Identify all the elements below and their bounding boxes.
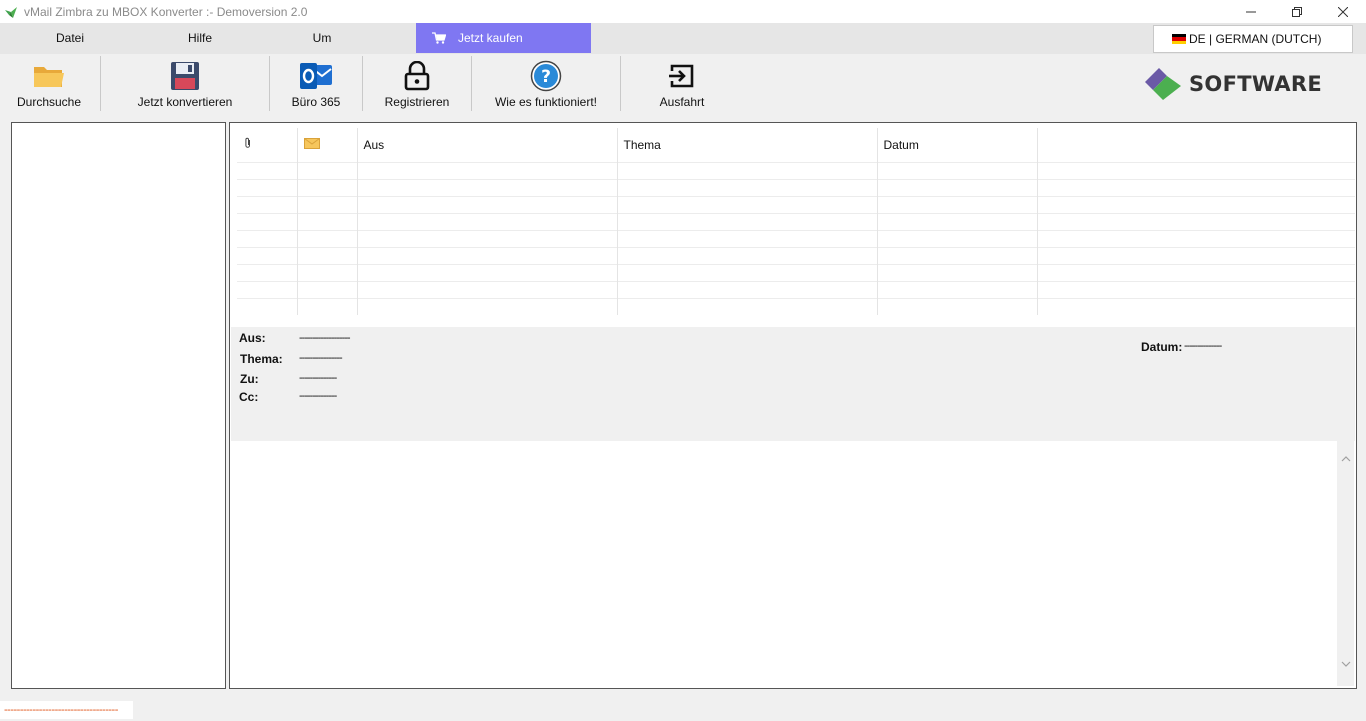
language-label: DE | GERMAN (DUTCH) — [1189, 32, 1321, 46]
chevron-down-icon — [1341, 661, 1351, 667]
outlook-icon — [299, 60, 333, 92]
table-row[interactable] — [237, 179, 1355, 196]
mail-body-scrollbar[interactable] — [1337, 441, 1354, 686]
restore-button[interactable] — [1274, 0, 1320, 23]
table-row[interactable] — [237, 196, 1355, 213]
buy-now-tab[interactable]: Jetzt kaufen — [416, 23, 591, 53]
language-selector[interactable]: DE | GERMAN (DUTCH) — [1153, 25, 1353, 53]
register-button[interactable]: Registrieren — [378, 54, 456, 113]
spare-column-header — [1037, 128, 1355, 162]
subject-label: Thema: — [240, 352, 283, 366]
how-it-works-label: Wie es funktioniert! — [495, 95, 597, 109]
table-row[interactable] — [237, 281, 1355, 298]
to-label: Zu: — [240, 372, 259, 386]
window-title: vMail Zimbra zu MBOX Konverter :- Demove… — [24, 5, 307, 19]
from-value: ------------------- — [299, 332, 350, 344]
table-row[interactable] — [237, 213, 1355, 230]
buy-now-label: Jetzt kaufen — [458, 31, 523, 45]
convert-now-label: Jetzt konvertieren — [138, 95, 233, 109]
toolbar-separator — [100, 56, 101, 111]
read-status-column-header[interactable] — [297, 128, 357, 162]
cc-value: -------------- — [299, 390, 336, 402]
brand-text: SOFTWARE — [1189, 72, 1322, 96]
office365-button[interactable]: Büro 365 — [280, 54, 352, 113]
restore-icon — [1292, 7, 1302, 17]
menu-bar: Datei Hilfe Um Jetzt kaufen DE | GERMAN … — [0, 23, 1366, 54]
lock-icon — [403, 61, 431, 91]
from-label: Aus: — [239, 331, 266, 345]
chevron-up-icon — [1341, 456, 1351, 462]
attachment-column-header[interactable] — [237, 128, 297, 162]
mail-pane: Aus Thema Datum Aus: ----------------- — [229, 122, 1357, 689]
help-icon: ? — [530, 60, 562, 92]
folder-icon — [33, 63, 65, 89]
mail-list[interactable]: Aus Thema Datum — [237, 128, 1355, 326]
close-icon — [1338, 7, 1348, 17]
browse-button[interactable]: Durchsuche — [10, 54, 88, 113]
toolbar-separator — [620, 56, 621, 111]
register-label: Registrieren — [385, 95, 450, 109]
table-row[interactable] — [237, 247, 1355, 264]
scroll-up-button[interactable] — [1337, 451, 1354, 467]
german-flag-icon — [1172, 34, 1186, 44]
status-text: ------------------------------------ — [0, 701, 133, 719]
toolbar: Durchsuche Jetzt konvertieren Büro 365 — [0, 54, 1366, 113]
mail-details-header: Aus: ------------------- Thema: --------… — [231, 327, 1355, 441]
brand-logo: SOFTWARE — [1145, 68, 1322, 100]
menu-um[interactable]: Um — [282, 23, 362, 53]
cart-icon — [432, 32, 446, 44]
paperclip-icon — [243, 137, 253, 149]
brand-diamond-icon — [1145, 68, 1185, 100]
table-row[interactable] — [237, 162, 1355, 179]
exit-icon — [668, 62, 696, 90]
how-it-works-button[interactable]: ? Wie es funktioniert! — [486, 54, 606, 113]
menu-hilfe[interactable]: Hilfe — [160, 23, 240, 53]
browse-label: Durchsuche — [17, 95, 81, 109]
table-row[interactable] — [237, 298, 1355, 315]
minimize-button[interactable] — [1228, 0, 1274, 23]
svg-text:?: ? — [541, 67, 551, 87]
date-column-header[interactable]: Datum — [877, 128, 1037, 162]
mail-list-header: Aus Thema Datum — [237, 128, 1355, 162]
floppy-disk-icon — [170, 61, 200, 91]
exit-label: Ausfahrt — [660, 95, 705, 109]
subject-value: ---------------- — [299, 352, 342, 364]
toolbar-separator — [362, 56, 363, 111]
to-value: -------------- — [299, 372, 336, 384]
title-bar: vMail Zimbra zu MBOX Konverter :- Demove… — [0, 0, 1366, 23]
table-row[interactable] — [237, 264, 1355, 281]
subject-column-header[interactable]: Thema — [617, 128, 877, 162]
folder-tree-pane[interactable] — [11, 122, 226, 689]
minimize-icon — [1246, 7, 1256, 17]
status-bar: ------------------------------------ — [0, 699, 1366, 721]
envelope-icon — [304, 138, 320, 149]
toolbar-separator — [269, 56, 270, 111]
date-value: -------------- — [1184, 340, 1221, 352]
app-logo-icon — [4, 5, 18, 19]
close-button[interactable] — [1320, 0, 1366, 23]
from-column-header[interactable]: Aus — [357, 128, 617, 162]
office365-label: Büro 365 — [292, 95, 341, 109]
convert-now-button[interactable]: Jetzt konvertieren — [130, 54, 240, 113]
toolbar-separator — [471, 56, 472, 111]
table-row[interactable] — [237, 230, 1355, 247]
mail-body-viewer[interactable] — [231, 441, 1355, 688]
cc-label: Cc: — [239, 390, 258, 404]
scroll-down-button[interactable] — [1337, 656, 1354, 672]
date-label: Datum: — [1141, 340, 1182, 354]
exit-button[interactable]: Ausfahrt — [646, 54, 718, 113]
menu-datei[interactable]: Datei — [30, 23, 110, 53]
